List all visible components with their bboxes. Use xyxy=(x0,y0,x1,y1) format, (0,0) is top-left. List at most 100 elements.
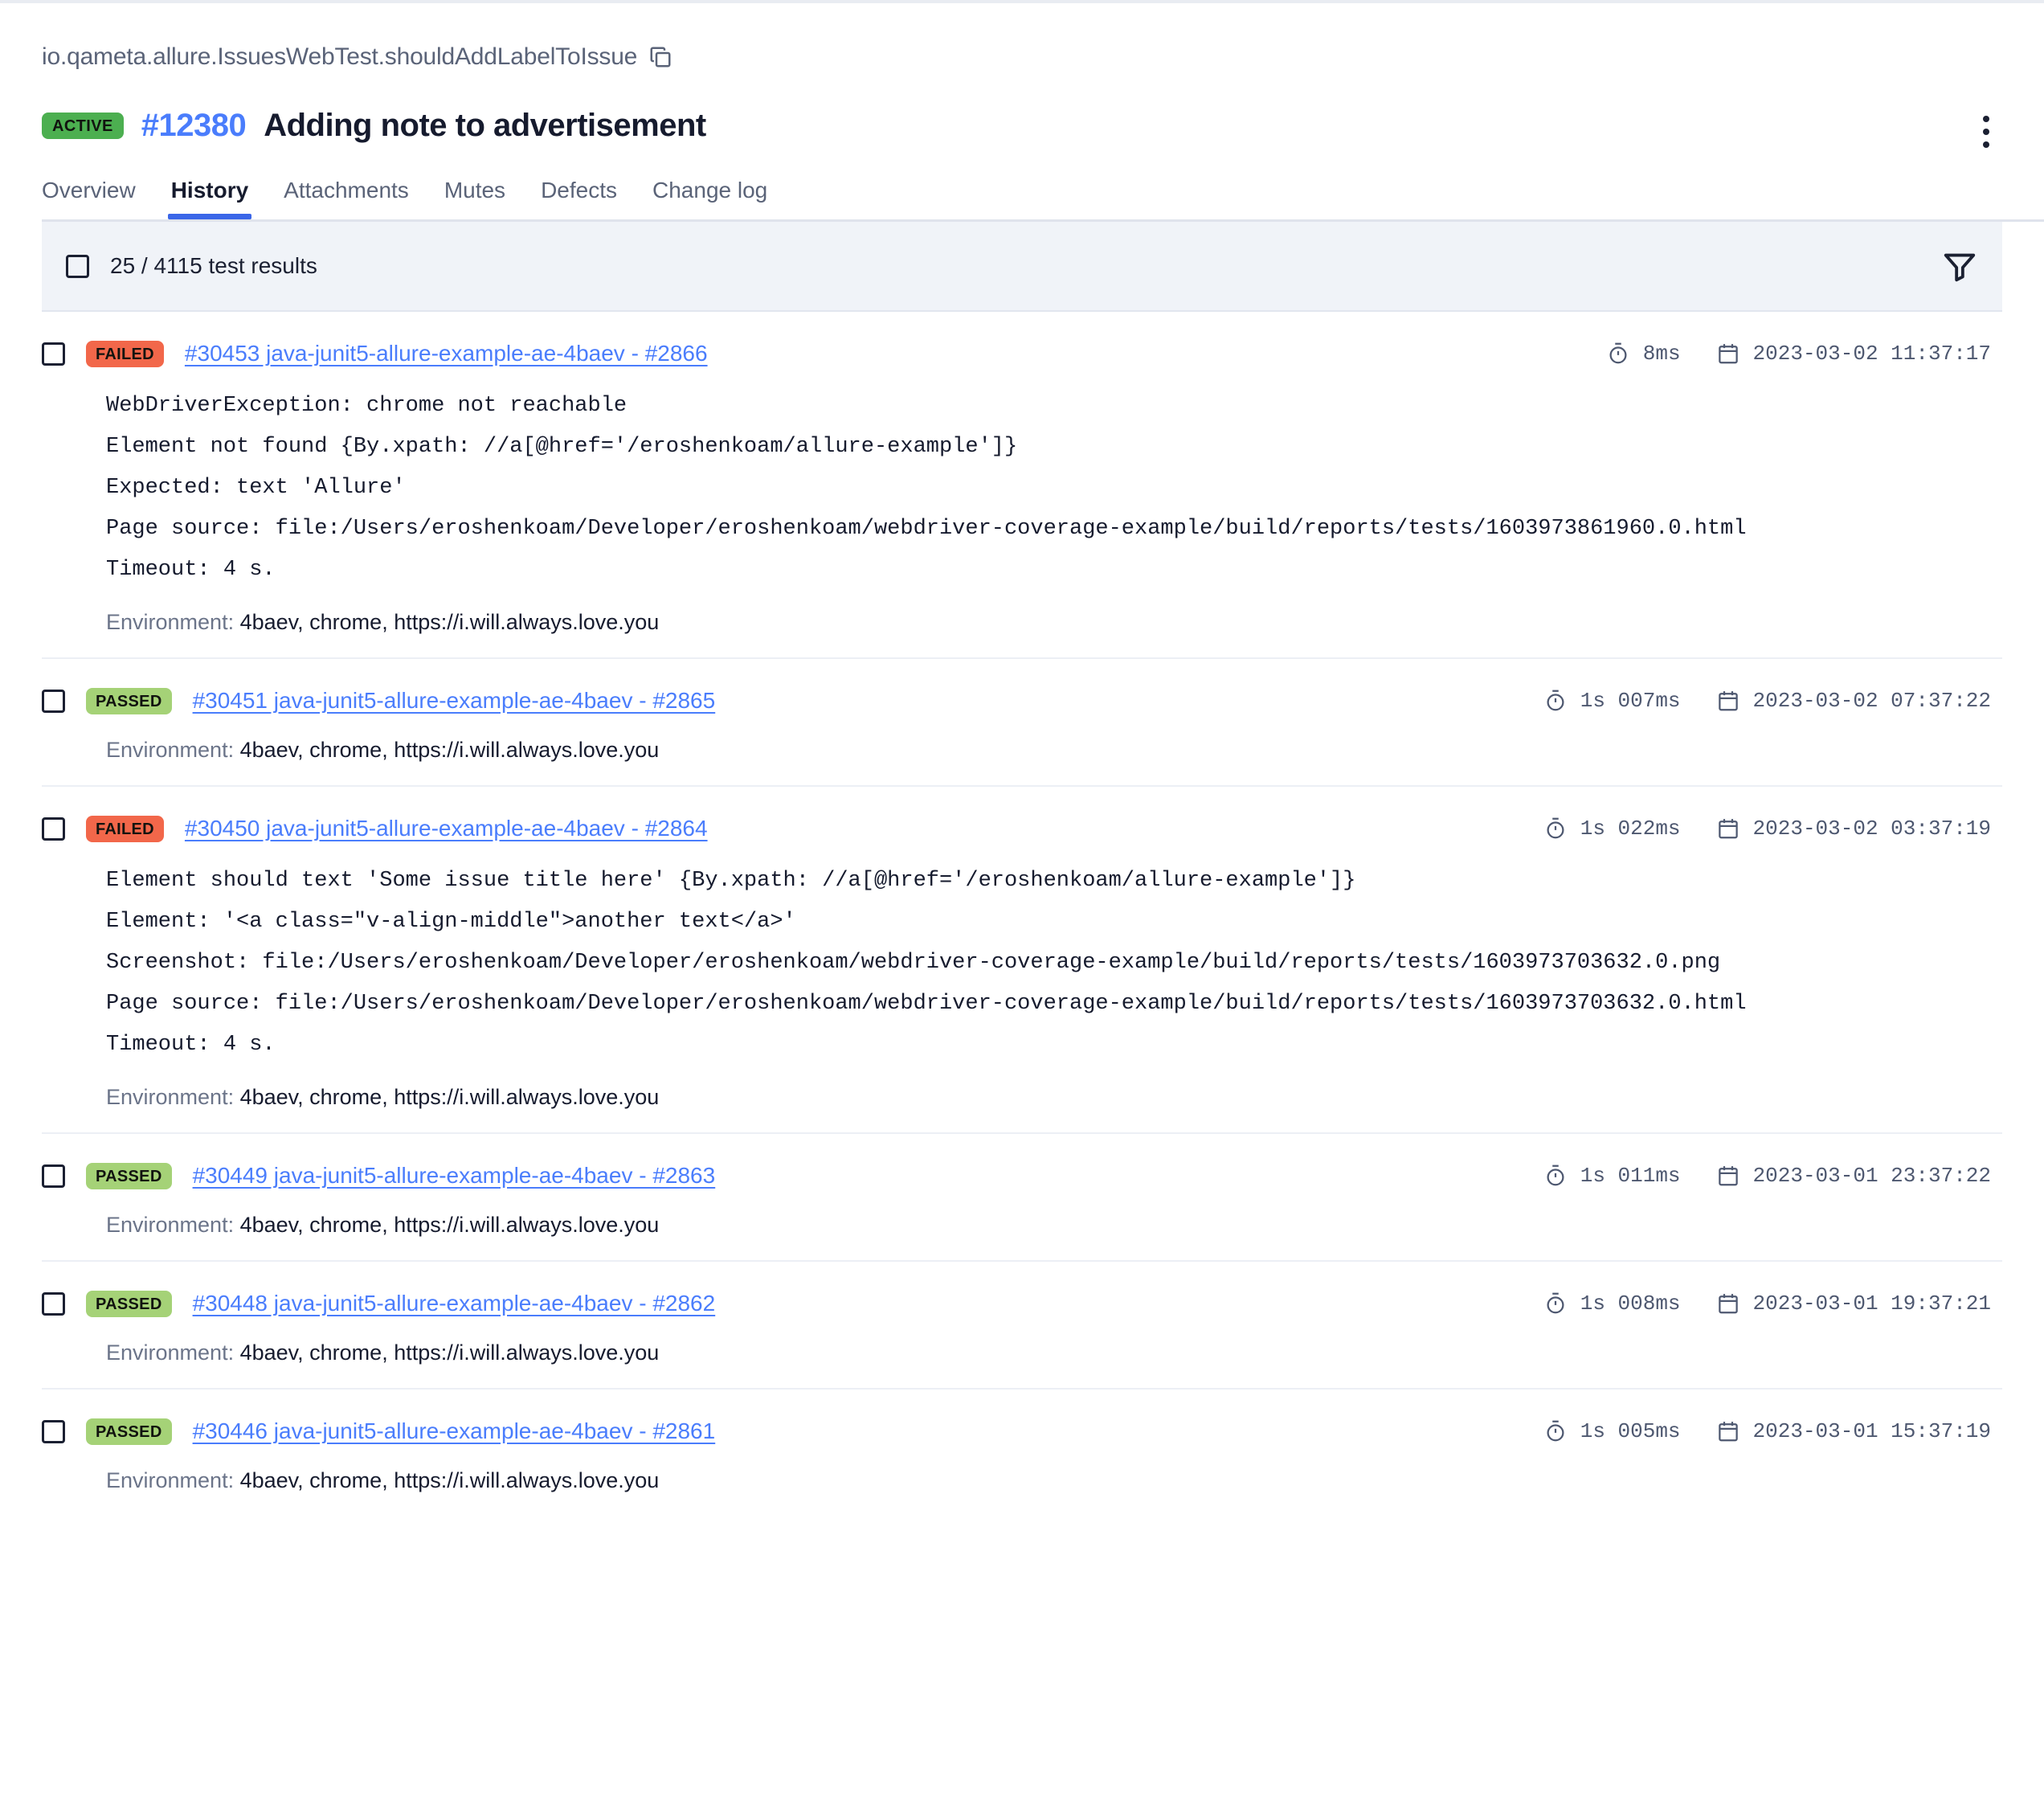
stopwatch-icon xyxy=(1543,1164,1568,1188)
duration-meta: 1s 005ms xyxy=(1543,1419,1681,1443)
date-meta: 2023-03-02 11:37:17 xyxy=(1716,342,1991,366)
duration-value: 1s 011ms xyxy=(1580,1164,1681,1188)
environment-label: Environment: xyxy=(106,738,234,762)
calendar-icon xyxy=(1716,1419,1740,1443)
result-status-badge: PASSED xyxy=(86,688,172,714)
results-list: FAILED #30453 java-junit5-allure-example… xyxy=(0,312,2044,1516)
environment-line: Environment: 4baev, chrome, https://i.wi… xyxy=(106,1085,2002,1110)
breadcrumb-label: io.qameta.allure.IssuesWebTest.shouldAdd… xyxy=(42,43,637,71)
row-checkbox[interactable] xyxy=(42,342,65,366)
result-status-badge: PASSED xyxy=(86,1291,172,1317)
calendar-icon xyxy=(1716,1291,1740,1316)
duration-value: 1s 022ms xyxy=(1580,817,1681,841)
duration-meta: 1s 008ms xyxy=(1543,1291,1681,1316)
result-link[interactable]: #30449 java-junit5-allure-example-ae-4ba… xyxy=(193,1163,716,1189)
environment-line: Environment: 4baev, chrome, https://i.wi… xyxy=(106,1468,2002,1493)
stopwatch-icon xyxy=(1606,342,1630,366)
date-meta: 2023-03-02 03:37:19 xyxy=(1716,817,1991,841)
status-badge: ACTIVE xyxy=(42,113,124,139)
date-value: 2023-03-01 19:37:21 xyxy=(1753,1291,1991,1316)
result-link[interactable]: #30453 java-junit5-allure-example-ae-4ba… xyxy=(185,341,708,366)
tab-history[interactable]: History xyxy=(153,179,266,219)
date-meta: 2023-03-01 23:37:22 xyxy=(1716,1164,1991,1188)
environment-label: Environment: xyxy=(106,1468,234,1492)
tab-attachments[interactable]: Attachments xyxy=(266,179,427,219)
stopwatch-icon xyxy=(1543,1291,1568,1316)
top-divider xyxy=(0,0,2044,3)
duration-meta: 1s 007ms xyxy=(1543,689,1681,713)
stopwatch-icon xyxy=(1543,817,1568,841)
result-link[interactable]: #30446 java-junit5-allure-example-ae-4ba… xyxy=(193,1418,716,1444)
more-vertical-icon[interactable] xyxy=(1970,113,2002,151)
date-meta: 2023-03-01 19:37:21 xyxy=(1716,1291,1991,1316)
date-value: 2023-03-02 11:37:17 xyxy=(1753,342,1991,366)
duration-value: 1s 005ms xyxy=(1580,1419,1681,1443)
result-row[interactable]: PASSED #30449 java-junit5-allure-example… xyxy=(42,1134,2002,1262)
tab-change-log[interactable]: Change log xyxy=(635,179,785,219)
issue-id-link[interactable]: #12380 xyxy=(141,108,246,144)
date-meta: 2023-03-01 15:37:19 xyxy=(1716,1419,1991,1443)
stopwatch-icon xyxy=(1543,689,1568,713)
environment-value: 4baev, chrome, https://i.will.always.lov… xyxy=(240,1213,660,1237)
result-row[interactable]: FAILED #30453 java-junit5-allure-example… xyxy=(42,312,2002,659)
environment-line: Environment: 4baev, chrome, https://i.wi… xyxy=(106,738,2002,763)
date-value: 2023-03-01 15:37:19 xyxy=(1753,1419,1991,1443)
result-status-badge: PASSED xyxy=(86,1418,172,1445)
environment-value: 4baev, chrome, https://i.will.always.lov… xyxy=(240,738,660,762)
breadcrumb: io.qameta.allure.IssuesWebTest.shouldAdd… xyxy=(42,39,2002,76)
row-checkbox[interactable] xyxy=(42,690,65,713)
result-status-badge: PASSED xyxy=(86,1163,172,1189)
environment-line: Environment: 4baev, chrome, https://i.wi… xyxy=(106,610,2002,635)
calendar-icon xyxy=(1716,1164,1740,1188)
result-link[interactable]: #30450 java-junit5-allure-example-ae-4ba… xyxy=(185,816,708,841)
date-value: 2023-03-02 03:37:19 xyxy=(1753,817,1991,841)
result-link[interactable]: #30448 java-junit5-allure-example-ae-4ba… xyxy=(193,1291,716,1316)
environment-line: Environment: 4baev, chrome, https://i.wi… xyxy=(106,1340,2002,1365)
row-checkbox[interactable] xyxy=(42,817,65,841)
error-trace: Element should text 'Some issue title he… xyxy=(106,861,2002,1066)
duration-value: 1s 008ms xyxy=(1580,1291,1681,1316)
tab-mutes[interactable]: Mutes xyxy=(427,179,523,219)
result-link[interactable]: #30451 java-junit5-allure-example-ae-4ba… xyxy=(193,688,716,714)
duration-meta: 8ms xyxy=(1606,342,1681,366)
result-status-badge: FAILED xyxy=(86,816,164,842)
environment-label: Environment: xyxy=(106,1213,234,1237)
results-count-label: 25 / 4115 test results xyxy=(110,253,317,279)
date-value: 2023-03-01 23:37:22 xyxy=(1753,1164,1991,1188)
date-meta: 2023-03-02 07:37:22 xyxy=(1716,689,1991,713)
environment-line: Environment: 4baev, chrome, https://i.wi… xyxy=(106,1213,2002,1238)
row-checkbox[interactable] xyxy=(42,1292,65,1316)
environment-label: Environment: xyxy=(106,1085,234,1109)
page-header: io.qameta.allure.IssuesWebTest.shouldAdd… xyxy=(0,0,2044,219)
issue-title: Adding note to advertisement xyxy=(264,108,706,144)
result-row[interactable]: FAILED #30450 java-junit5-allure-example… xyxy=(42,787,2002,1134)
stopwatch-icon xyxy=(1543,1419,1568,1443)
date-value: 2023-03-02 07:37:22 xyxy=(1753,689,1991,713)
result-row[interactable]: PASSED #30448 java-junit5-allure-example… xyxy=(42,1262,2002,1390)
tab-overview[interactable]: Overview xyxy=(42,179,153,219)
test-result-history-page: io.qameta.allure.IssuesWebTest.shouldAdd… xyxy=(0,0,2044,1805)
calendar-icon xyxy=(1716,689,1740,713)
duration-value: 1s 007ms xyxy=(1580,689,1681,713)
environment-label: Environment: xyxy=(106,1340,234,1365)
result-status-badge: FAILED xyxy=(86,341,164,367)
results-toolbar: 25 / 4115 test results xyxy=(42,222,2002,312)
environment-value: 4baev, chrome, https://i.will.always.lov… xyxy=(240,1085,660,1109)
result-row[interactable]: PASSED #30451 java-junit5-allure-example… xyxy=(42,659,2002,787)
duration-meta: 1s 011ms xyxy=(1543,1164,1681,1188)
environment-value: 4baev, chrome, https://i.will.always.lov… xyxy=(240,1468,660,1492)
environment-value: 4baev, chrome, https://i.will.always.lov… xyxy=(240,610,660,634)
duration-meta: 1s 022ms xyxy=(1543,817,1681,841)
tab-defects[interactable]: Defects xyxy=(523,179,635,219)
page-title: ACTIVE #12380 Adding note to advertiseme… xyxy=(42,108,2002,144)
environment-value: 4baev, chrome, https://i.will.always.lov… xyxy=(240,1340,660,1365)
tab-bar: Overview History Attachments Mutes Defec… xyxy=(42,179,2002,219)
row-checkbox[interactable] xyxy=(42,1164,65,1188)
error-trace: WebDriverException: chrome not reachable… xyxy=(106,386,2002,591)
row-checkbox[interactable] xyxy=(42,1420,65,1443)
select-all-checkbox[interactable] xyxy=(66,255,89,278)
calendar-icon xyxy=(1716,342,1740,366)
copy-icon[interactable] xyxy=(648,45,672,69)
result-row[interactable]: PASSED #30446 java-junit5-allure-example… xyxy=(42,1390,2002,1516)
filter-icon[interactable] xyxy=(1941,248,1978,284)
